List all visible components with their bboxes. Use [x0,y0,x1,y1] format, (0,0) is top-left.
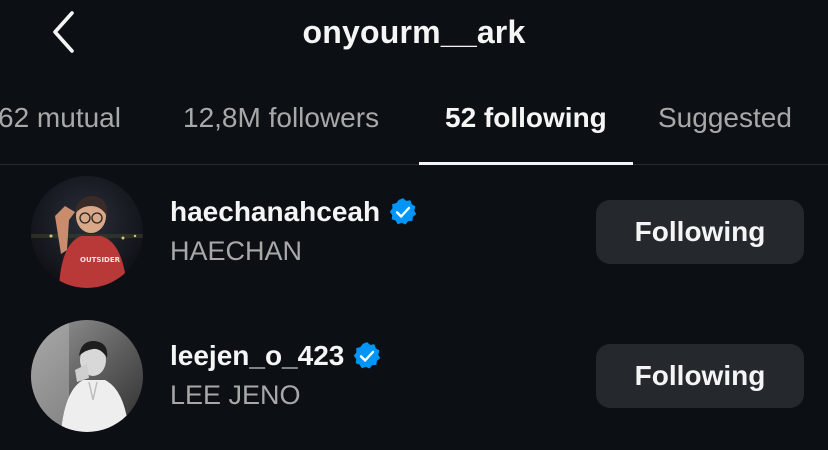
top-bar: onyourm__ark [0,0,828,72]
username: haechanahceah [170,196,381,227]
tab-followers[interactable]: 12,8M followers [183,102,379,134]
username-link[interactable]: leejen_o_423 [170,340,382,372]
following-button[interactable]: Following [596,200,804,264]
verified-badge-icon [389,198,417,225]
avatar[interactable]: OUTSIDER [31,176,143,288]
full-name: LEE JENO [170,380,301,410]
username-link[interactable]: haechanahceah [170,196,418,228]
page-title: onyourm__ark [302,14,526,50]
tab-bar: 62 mutual 12,8M followers 52 following S… [0,80,828,165]
full-name: HAECHAN [170,236,303,266]
following-button[interactable]: Following [596,344,804,408]
tab-following[interactable]: 52 following [445,102,607,134]
username: leejen_o_423 [170,340,345,371]
tab-suggested[interactable]: Suggested [658,102,792,134]
list-item: leejen_o_423 LEE JENO Following [0,312,828,442]
svg-text:OUTSIDER: OUTSIDER [80,256,121,264]
active-tab-indicator [419,162,633,165]
tab-mutual[interactable]: 62 mutual [0,102,121,134]
avatar[interactable] [31,320,143,432]
list-item: OUTSIDER haechanahceah HAECHAN Following [0,168,828,298]
verified-badge-icon [354,342,381,369]
